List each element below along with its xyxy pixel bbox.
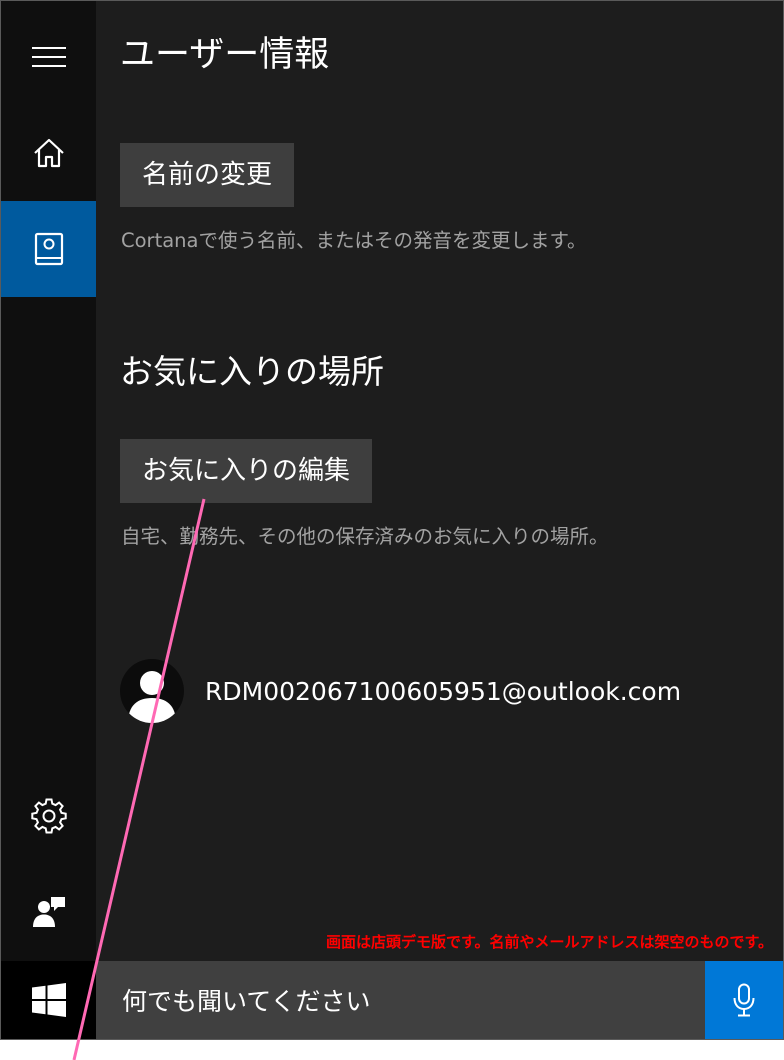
home-button[interactable]	[1, 105, 96, 201]
change-name-description: Cortanaで使う名前、またはその発音を変更します。	[121, 229, 587, 252]
change-name-button[interactable]: 名前の変更	[120, 143, 295, 207]
search-box[interactable]: 何でも聞いてください	[96, 961, 705, 1039]
notebook-button[interactable]	[1, 201, 96, 297]
windows-logo-icon	[31, 983, 66, 1017]
start-button[interactable]	[1, 961, 96, 1039]
notebook-icon	[34, 232, 63, 266]
settings-button[interactable]	[1, 768, 96, 864]
search-input[interactable]: 何でも聞いてください	[122, 982, 371, 1018]
edit-favorites-button[interactable]: お気に入りの編集	[120, 439, 373, 503]
home-icon	[33, 138, 64, 168]
favorites-section-title: お気に入りの場所	[120, 352, 384, 391]
hamburger-menu-button[interactable]	[1, 9, 96, 105]
account-row[interactable]: RDM002067100605951@outlook.com	[120, 659, 681, 723]
taskbar: 何でも聞いてください	[1, 961, 783, 1039]
feedback-icon	[32, 897, 65, 927]
microphone-button[interactable]	[705, 961, 783, 1039]
cortana-window: ユーザー情報 名前の変更 Cortanaで使う名前、またはその発音を変更します。…	[0, 0, 784, 1040]
account-email: RDM002067100605951@outlook.com	[205, 676, 682, 706]
hamburger-menu-icon	[31, 47, 66, 67]
feedback-button[interactable]	[1, 864, 96, 960]
gear-icon	[30, 798, 67, 834]
page-title: ユーザー情報	[120, 35, 330, 75]
demo-notice: 画面は店頭デモ版です。名前やメールアドレスは架空のものです。	[325, 933, 773, 951]
user-avatar-icon	[128, 671, 176, 723]
navigation-rail	[1, 1, 96, 961]
microphone-icon	[733, 983, 755, 1017]
favorites-description: 自宅、勤務先、その他の保存済みのお気に入りの場所。	[121, 525, 609, 548]
main-content: ユーザー情報 名前の変更 Cortanaで使う名前、またはその発音を変更します。…	[96, 1, 783, 961]
avatar	[120, 659, 184, 723]
